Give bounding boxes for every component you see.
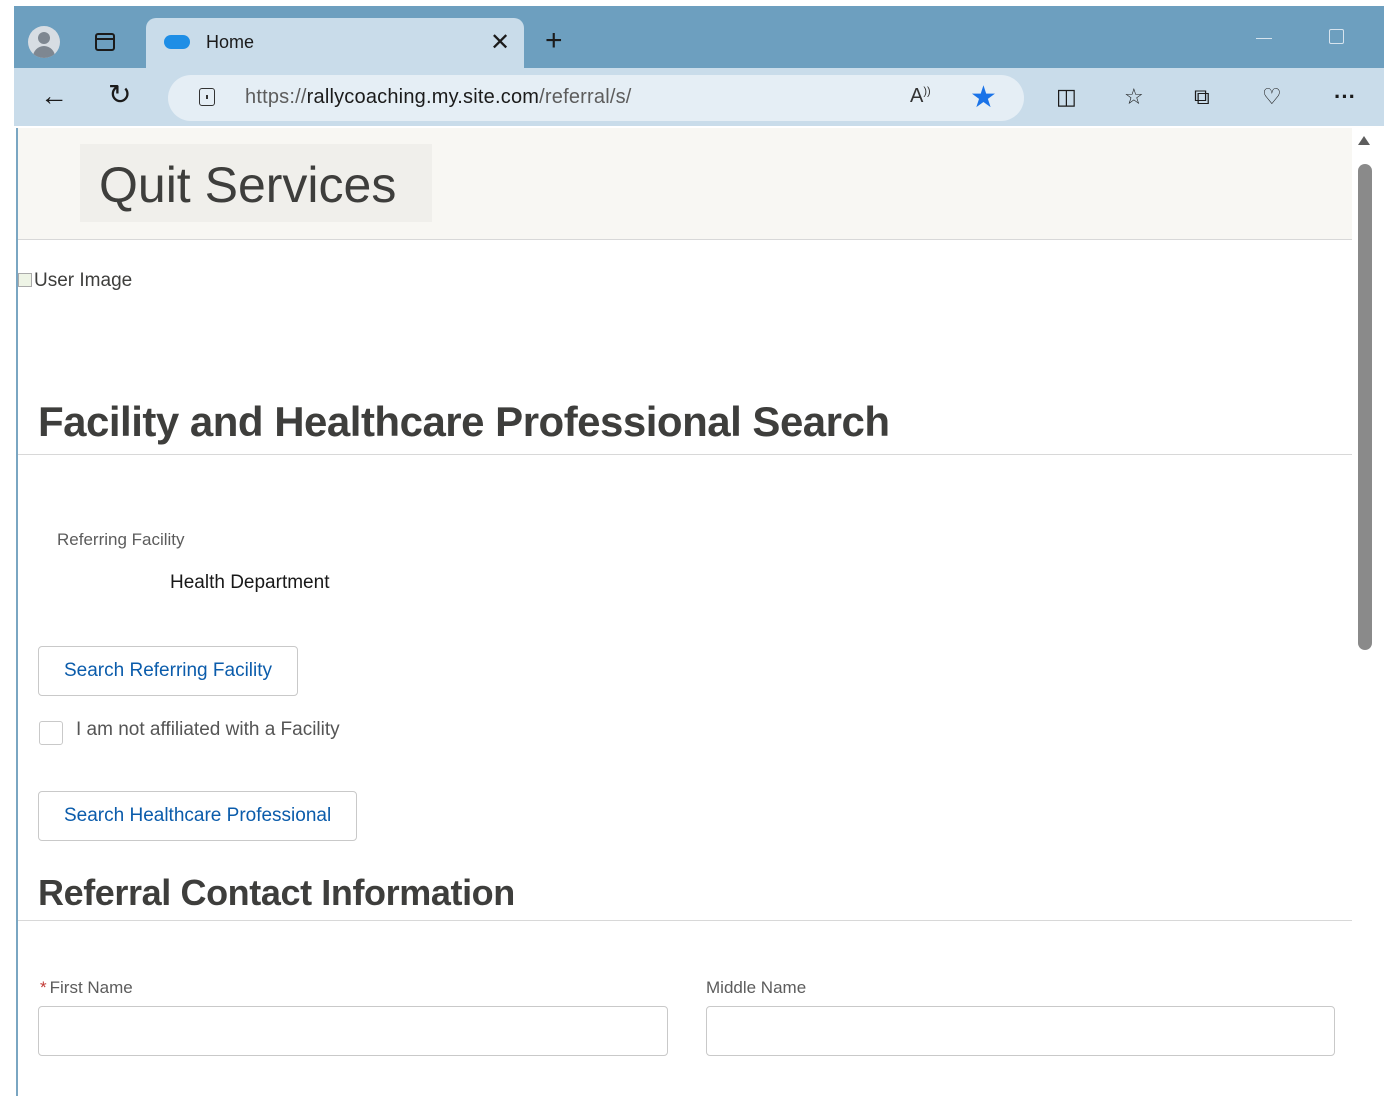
first-name-input[interactable] <box>38 1006 668 1056</box>
tabs-icon[interactable] <box>95 33 115 51</box>
referring-facility-label: Referring Facility <box>57 530 185 549</box>
back-icon[interactable]: ← <box>40 80 68 112</box>
required-marker: * <box>40 978 47 997</box>
url-text[interactable]: https://rallycoaching.my.site.com/referr… <box>245 86 632 109</box>
scrollbar-thumb[interactable] <box>1358 164 1372 650</box>
divider <box>18 920 1352 921</box>
brand-logo[interactable]: Quit Services <box>80 144 432 222</box>
new-tab-icon[interactable]: + <box>545 24 563 58</box>
maximize-icon[interactable] <box>1329 29 1344 44</box>
brand-text: Quit Services <box>99 157 397 213</box>
web-page: Quit Services User Image Facility and He… <box>16 128 1352 1096</box>
browser-essentials-icon[interactable]: ♡ <box>1262 84 1282 110</box>
salesforce-cloud-icon <box>164 35 190 49</box>
middle-name-input[interactable] <box>706 1006 1335 1056</box>
user-image: User Image <box>18 270 132 292</box>
divider <box>18 454 1352 455</box>
first-name-label-text: First Name <box>49 978 133 997</box>
close-icon[interactable]: ✕ <box>490 28 510 57</box>
middle-name-label: Middle Name <box>706 978 807 997</box>
url-prefix: https:// <box>245 86 307 108</box>
lock-icon[interactable] <box>199 88 215 106</box>
first-name-label: * First Name <box>40 978 133 998</box>
site-header: Quit Services <box>18 128 1352 240</box>
split-screen-icon[interactable]: ◫ <box>1056 84 1077 110</box>
favorites-icon[interactable]: ☆ <box>1124 84 1144 110</box>
search-referring-facility-button[interactable]: Search Referring Facility <box>38 646 299 696</box>
scroll-up-arrow[interactable] <box>1358 136 1370 145</box>
broken-image-icon <box>18 273 32 287</box>
contact-section-title: Referral Contact Information <box>38 872 515 913</box>
collections-icon[interactable]: ⧉ <box>1194 84 1210 110</box>
facility-section-title: Facility and Healthcare Professional Sea… <box>38 398 890 445</box>
reload-icon[interactable]: ↻ <box>108 78 131 111</box>
more-icon[interactable]: ··· <box>1334 84 1356 110</box>
url-domain: rallycoaching.my.site.com <box>306 86 540 108</box>
url-path: /referral/s/ <box>539 86 632 108</box>
not-affiliated-checkbox[interactable] <box>39 721 63 745</box>
search-healthcare-professional-button[interactable]: Search Healthcare Professional <box>38 791 358 841</box>
profile-icon[interactable] <box>28 26 60 58</box>
tab-title: Home <box>206 32 255 52</box>
referring-facility-value: Health Department <box>170 572 330 593</box>
window-left-edge <box>0 0 14 1096</box>
browser-tab[interactable]: Home ✕ <box>146 18 524 68</box>
read-aloud-icon[interactable]: A)) <box>910 85 931 108</box>
user-image-alt: User Image <box>34 270 133 291</box>
not-affiliated-label[interactable]: I am not affiliated with a Facility <box>76 719 340 741</box>
favorite-star-icon[interactable]: ★ <box>970 80 997 115</box>
minimize-icon[interactable] <box>1256 38 1272 39</box>
